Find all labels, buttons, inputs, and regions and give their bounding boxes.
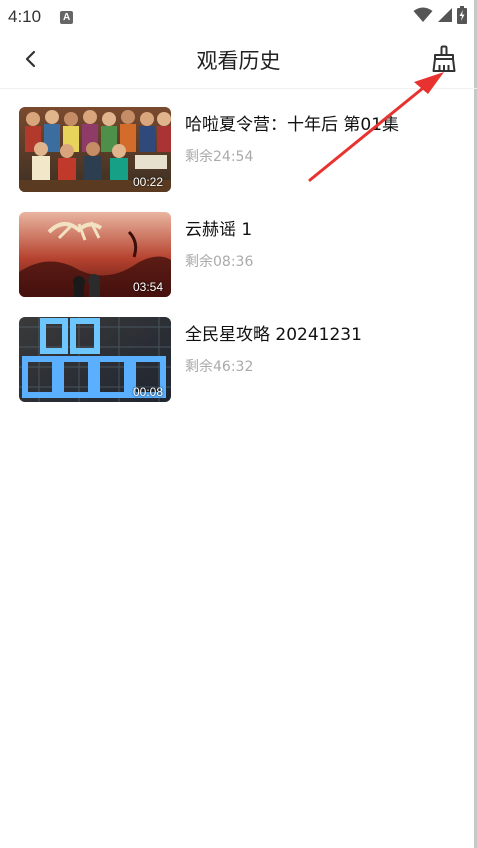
status-time: 4:10 bbox=[8, 7, 42, 26]
video-duration: 03:54 bbox=[132, 280, 163, 294]
history-list: 00:22 哈啦夏令营：十年后 第01集 剩余24:54 03:54 云赫谣 1… bbox=[0, 104, 477, 419]
video-duration: 00:08 bbox=[132, 385, 163, 399]
chevron-left-icon bbox=[24, 49, 38, 73]
video-thumbnail[interactable]: 00:22 bbox=[19, 107, 171, 192]
status-right bbox=[413, 6, 467, 28]
video-duration: 00:22 bbox=[132, 175, 163, 189]
back-button[interactable] bbox=[16, 46, 46, 76]
video-thumbnail[interactable]: 00:08 bbox=[19, 317, 171, 402]
video-title: 全民星攻略 20241231 bbox=[185, 325, 362, 345]
remaining-time: 剩余46:32 bbox=[185, 359, 254, 375]
video-title: 云赫谣 1 bbox=[185, 220, 253, 240]
wifi-icon bbox=[413, 7, 433, 27]
clear-history-button[interactable] bbox=[427, 44, 461, 78]
history-item[interactable]: 00:22 哈啦夏令营：十年后 第01集 剩余24:54 bbox=[0, 104, 477, 209]
status-bar: 4:10 A bbox=[0, 0, 477, 34]
remaining-time: 剩余08:36 bbox=[185, 254, 254, 270]
battery-charging-icon bbox=[457, 6, 467, 28]
broom-icon bbox=[430, 45, 458, 77]
history-item[interactable]: 03:54 云赫谣 1 剩余08:36 bbox=[0, 209, 477, 314]
app-notification-icon: A bbox=[60, 10, 74, 24]
video-thumbnail[interactable]: 03:54 bbox=[19, 212, 171, 297]
history-item[interactable]: 00:08 全民星攻略 20241231 剩余46:32 bbox=[0, 314, 477, 419]
cellular-signal-icon bbox=[437, 7, 453, 27]
video-title: 哈啦夏令营：十年后 第01集 bbox=[185, 115, 400, 135]
page-title: 观看历史 bbox=[196, 49, 281, 73]
remaining-time: 剩余24:54 bbox=[185, 149, 254, 165]
header: 观看历史 bbox=[0, 34, 477, 89]
status-left: 4:10 A bbox=[8, 7, 74, 27]
